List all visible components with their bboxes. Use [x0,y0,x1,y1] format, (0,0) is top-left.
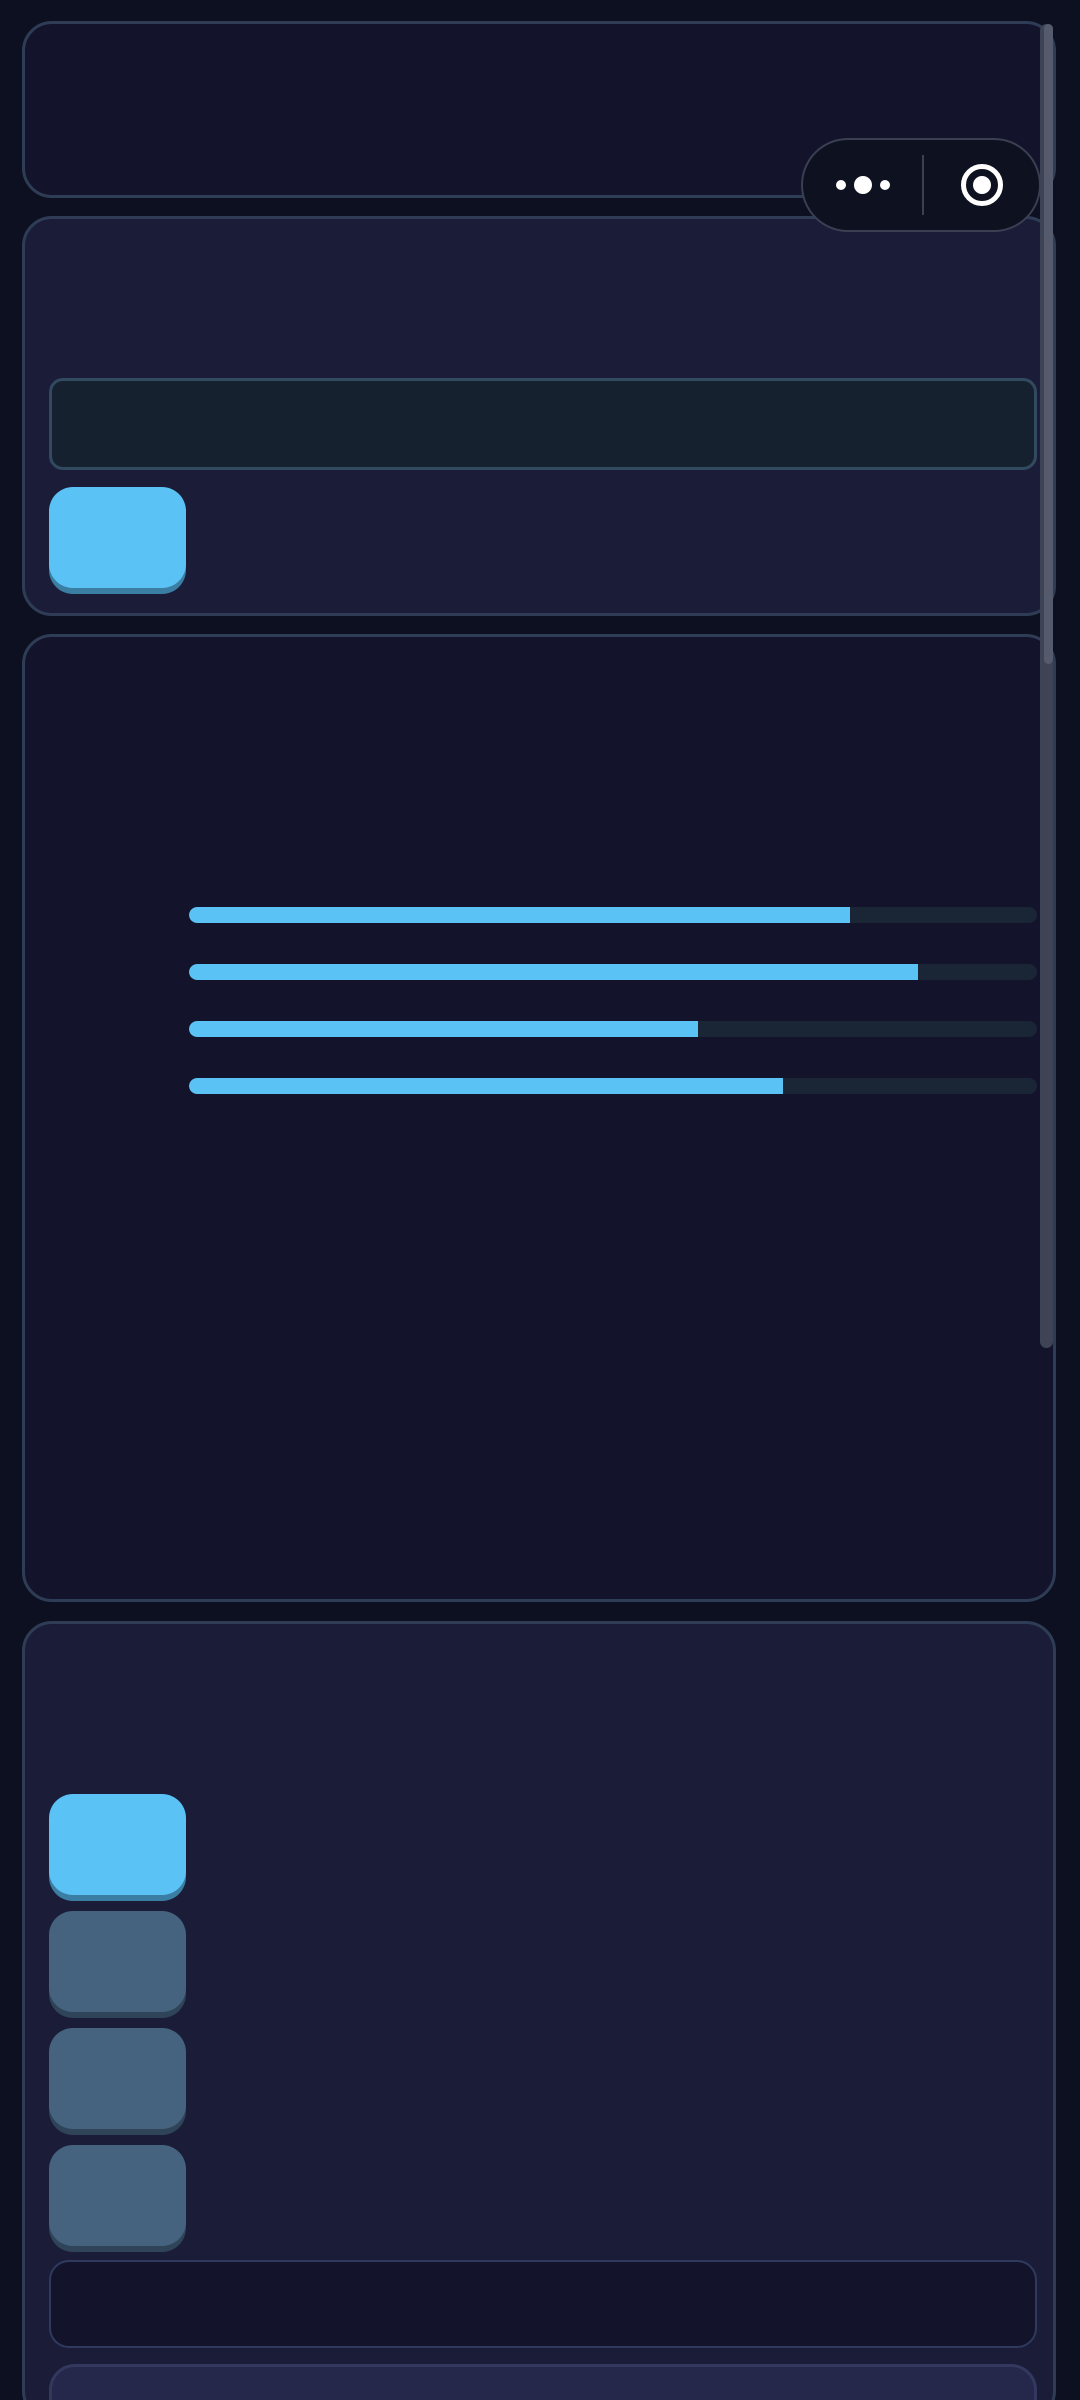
progress-fill-1 [189,907,851,923]
app-screen [0,0,1080,2400]
more-dots-icon[interactable] [803,140,922,230]
bottom-panel [49,2364,1037,2400]
options-card [22,1621,1056,2400]
option-button-1[interactable] [49,1794,186,1895]
option-button-2[interactable] [49,1911,186,2012]
progress-bar-4 [189,1078,1037,1094]
progress-fill-2 [189,964,919,980]
progress-bar-3 [189,1021,1037,1037]
option-button-4[interactable] [49,2145,186,2246]
progress-fill-3 [189,1021,698,1037]
scrollbar-thumb[interactable] [1044,24,1053,664]
progress-card [22,634,1056,1602]
progress-bar-2 [189,964,1037,980]
text-input[interactable] [49,378,1037,470]
text-area[interactable] [49,2260,1037,2348]
progress-bar-1 [189,907,1037,923]
input-card [22,216,1056,616]
progress-fill-4 [189,1078,783,1094]
menu-capsule [801,138,1041,232]
close-target-icon[interactable] [924,140,1039,230]
option-button-3[interactable] [49,2028,186,2129]
submit-button[interactable] [49,487,186,588]
